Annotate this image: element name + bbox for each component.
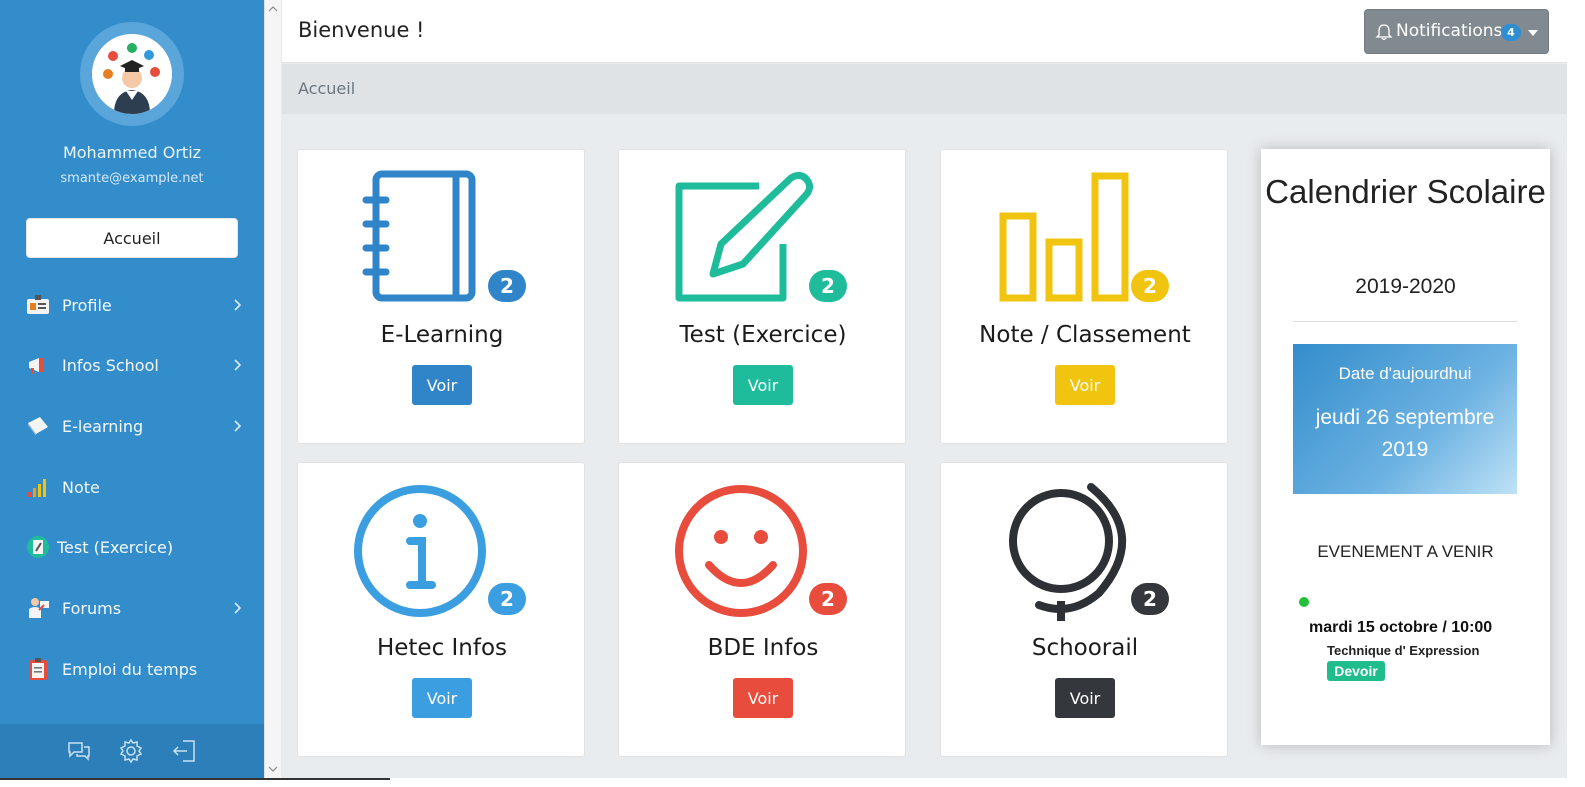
bell-icon xyxy=(1375,24,1393,41)
today-label: Date d'aujourdhui xyxy=(1338,364,1472,383)
card-title: Note / Classement xyxy=(979,322,1191,348)
card-title: Hetec Infos xyxy=(376,635,508,661)
voir-button[interactable]: Voir xyxy=(412,365,472,405)
book-icon xyxy=(28,417,48,436)
school-calendar-panel: Calendrier Scolaire 2019-2020 Date d'auj… xyxy=(1261,149,1550,745)
card-e-learning: 2 E-Learning Voir xyxy=(297,149,585,444)
sidebar-item-note[interactable]: Note xyxy=(0,467,264,507)
event-type-badge: Devoir xyxy=(1327,661,1385,681)
count-badge: 2 xyxy=(1131,270,1169,302)
sidebar-item-emploi-du-temps[interactable]: Emploi du temps xyxy=(0,649,264,689)
card-bde-infos: 2 BDE Infos Voir xyxy=(618,462,906,757)
card-schoorail: 2 Schoorail Voir xyxy=(940,462,1228,757)
card-note-classement: 2 Note / Classement Voir xyxy=(940,149,1228,444)
events-heading: EVENEMENT A VENIR xyxy=(1317,542,1494,561)
today-date: jeudi 26 septembre 2019 xyxy=(1315,406,1495,461)
teacher-icon xyxy=(29,598,49,618)
breadcrumb[interactable]: Accueil xyxy=(298,79,355,98)
sidebar-item-label: Infos School xyxy=(62,355,159,375)
voir-button[interactable]: Voir xyxy=(412,678,472,718)
voir-button[interactable]: Voir xyxy=(733,365,793,405)
page-title: Bienvenue ! xyxy=(298,18,425,42)
sidebar-item-e-learning[interactable]: E-learning xyxy=(0,406,264,446)
chat-icon[interactable] xyxy=(66,738,92,764)
window-bottom-edge xyxy=(0,778,1585,787)
card-title: E-Learning xyxy=(380,322,504,348)
page-scrollbar[interactable] xyxy=(1567,0,1585,787)
avatar[interactable] xyxy=(92,34,172,114)
count-badge: 2 xyxy=(488,270,526,302)
gear-icon[interactable] xyxy=(118,738,144,764)
today-box: Date d'aujourdhui jeudi 26 septembre 201… xyxy=(1293,344,1517,494)
voir-button[interactable]: Voir xyxy=(1055,678,1115,718)
sidebar: Mohammed Ortiz smante@example.net Accuei… xyxy=(0,0,264,787)
logout-icon[interactable] xyxy=(171,738,197,764)
divider xyxy=(1293,321,1517,322)
sidebar-item-label: Profile xyxy=(62,295,112,315)
home-button[interactable]: Accueil xyxy=(26,218,238,258)
chevron-right-icon xyxy=(234,420,242,432)
sidebar-item-infos-school[interactable]: Infos School xyxy=(0,345,264,385)
megaphone-icon xyxy=(29,358,43,374)
top-bar: Bienvenue ! Notifications 4 xyxy=(282,0,1567,63)
calendar-title: Calendrier Scolaire xyxy=(1265,173,1546,210)
user-email: smante@example.net xyxy=(60,171,204,186)
sidebar-item-label: Forums xyxy=(62,598,122,618)
notifications-label: Notifications xyxy=(1396,21,1503,41)
count-badge: 2 xyxy=(809,270,847,302)
sidebar-item-label: Test (Exercice) xyxy=(57,537,174,557)
count-badge: 2 xyxy=(1131,583,1169,615)
id-card-icon xyxy=(27,295,49,314)
sidebar-footer xyxy=(0,724,264,778)
card-title: Test (Exercice) xyxy=(679,322,847,348)
count-badge: 2 xyxy=(488,583,526,615)
graduate-avatar-icon xyxy=(92,34,172,114)
notifications-button[interactable]: Notifications 4 xyxy=(1364,9,1549,54)
user-name: Mohammed Ortiz xyxy=(62,143,202,162)
scroll-down-icon[interactable] xyxy=(268,764,278,774)
signal-bars-icon xyxy=(28,479,46,497)
sidebar-item-label: Emploi du temps xyxy=(62,659,198,679)
calendar-year: 2019-2020 xyxy=(1355,275,1456,298)
sidebar-item-label: E-learning xyxy=(62,416,144,436)
chevron-right-icon xyxy=(234,602,242,614)
event-status-dot xyxy=(1299,597,1309,607)
count-badge: 2 xyxy=(809,583,847,615)
sidebar-item-forums[interactable]: Forums xyxy=(0,588,264,628)
event-date[interactable]: mardi 15 octobre / 10:00 xyxy=(1309,619,1492,637)
sidebar-item-profile[interactable]: Profile xyxy=(0,285,264,325)
voir-button[interactable]: Voir xyxy=(733,678,793,718)
chevron-right-icon xyxy=(234,359,242,371)
chevron-right-icon xyxy=(234,299,242,311)
card-title: BDE Infos xyxy=(707,635,819,661)
breadcrumb-bar: Accueil xyxy=(282,64,1567,114)
scroll-up-icon[interactable] xyxy=(268,4,278,14)
card-hetec-infos: 2 Hetec Infos Voir xyxy=(297,462,585,757)
notifications-count-badge: 4 xyxy=(1501,24,1521,41)
pencil-icon xyxy=(27,536,49,558)
caret-down-icon xyxy=(1528,30,1538,36)
clipboard-icon xyxy=(29,658,47,680)
sidebar-item-label: Note xyxy=(62,477,100,497)
card-title: Schoorail xyxy=(1031,635,1139,661)
voir-button[interactable]: Voir xyxy=(1055,365,1115,405)
sidebar-scrollbar[interactable] xyxy=(264,0,281,778)
event-subject: Technique d' Expression xyxy=(1327,643,1480,658)
card-test-exercice: 2 Test (Exercice) Voir xyxy=(618,149,906,444)
sidebar-item-test-exercice[interactable]: Test (Exercice) xyxy=(0,527,264,567)
